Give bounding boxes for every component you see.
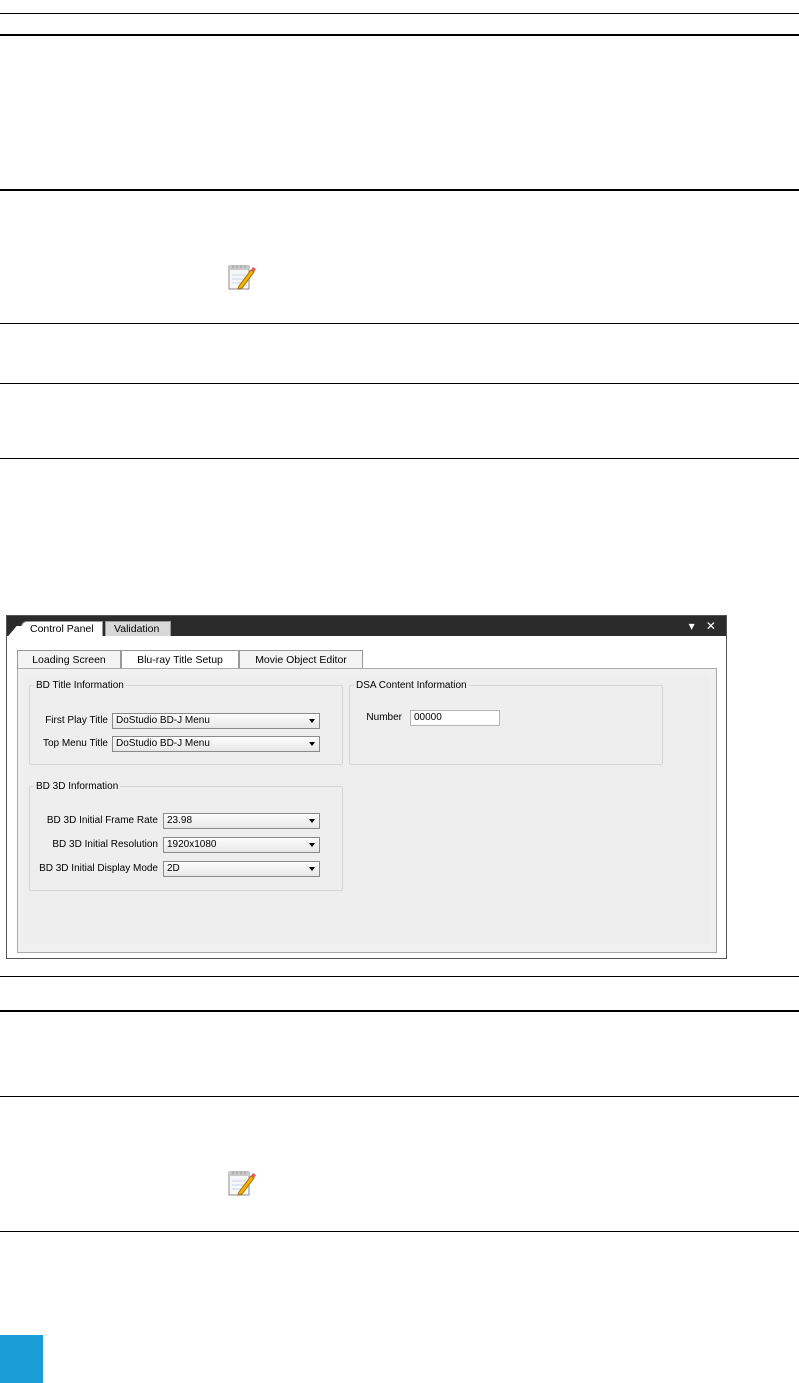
first-play-title-label: First Play Title bbox=[45, 715, 108, 726]
frame-rate-label: BD 3D Initial Frame Rate bbox=[46, 815, 158, 826]
chevron-down-icon bbox=[309, 819, 315, 823]
tab-bluray-title-setup[interactable]: Blu-ray Title Setup bbox=[121, 650, 239, 669]
control-panel-window: Control Panel Validation ▾ ✕ Loading Scr… bbox=[6, 615, 727, 959]
table-rule bbox=[0, 323, 799, 324]
top-menu-title-value: DoStudio BD-J Menu bbox=[116, 738, 210, 749]
first-play-title-select[interactable]: DoStudio BD-J Menu bbox=[112, 713, 320, 729]
top-menu-title-select[interactable]: DoStudio BD-J Menu bbox=[112, 736, 320, 752]
table-rule bbox=[0, 1096, 799, 1097]
tab-content-frame: BD Title Information First Play Title Do… bbox=[17, 668, 717, 953]
table-rule bbox=[0, 1231, 799, 1232]
display-mode-value: 2D bbox=[167, 863, 180, 874]
notepad-icon bbox=[228, 265, 256, 290]
resolution-label: BD 3D Initial Resolution bbox=[52, 839, 158, 850]
panel-window-controls[interactable]: ▾ ✕ bbox=[689, 619, 720, 633]
table-rule bbox=[0, 458, 799, 459]
table-rule bbox=[0, 34, 799, 36]
tab-movie-object-editor[interactable]: Movie Object Editor bbox=[239, 650, 363, 668]
number-input[interactable]: 00000 bbox=[410, 710, 500, 726]
group-legend: BD 3D Information bbox=[36, 781, 119, 792]
tab-control-panel[interactable]: Control Panel bbox=[21, 621, 103, 636]
panel-header: Control Panel Validation ▾ ✕ bbox=[7, 616, 726, 636]
chevron-down-icon bbox=[309, 742, 315, 746]
group-legend: DSA Content Information bbox=[356, 680, 467, 691]
resolution-select[interactable]: 1920x1080 bbox=[163, 837, 320, 853]
tab-validation[interactable]: Validation bbox=[105, 621, 171, 636]
table-rule bbox=[0, 189, 799, 191]
table-rule bbox=[0, 383, 799, 384]
tab-loading-screen[interactable]: Loading Screen bbox=[17, 650, 121, 668]
chevron-down-icon bbox=[309, 843, 315, 847]
tab-content: BD Title Information First Play Title Do… bbox=[24, 675, 710, 945]
page-tab-marker bbox=[0, 1335, 43, 1383]
table-rule bbox=[0, 976, 799, 977]
first-play-title-value: DoStudio BD-J Menu bbox=[116, 715, 210, 726]
group-legend: BD Title Information bbox=[36, 680, 124, 691]
resolution-value: 1920x1080 bbox=[167, 839, 217, 850]
top-menu-title-label: Top Menu Title bbox=[42, 738, 108, 749]
frame-rate-value: 23.98 bbox=[167, 815, 193, 826]
display-mode-label: BD 3D Initial Display Mode bbox=[39, 863, 158, 874]
panel-body: Loading Screen Blu-ray Title Setup Movie… bbox=[7, 636, 726, 958]
chevron-down-icon bbox=[309, 719, 315, 723]
table-rule bbox=[0, 13, 799, 14]
frame-rate-select[interactable]: 23.98 bbox=[163, 813, 320, 829]
display-mode-select[interactable]: 2D bbox=[163, 861, 320, 877]
chevron-down-icon bbox=[309, 867, 315, 871]
notepad-icon bbox=[228, 1171, 256, 1196]
table-rule bbox=[0, 1010, 799, 1012]
number-label: Number bbox=[366, 712, 402, 723]
